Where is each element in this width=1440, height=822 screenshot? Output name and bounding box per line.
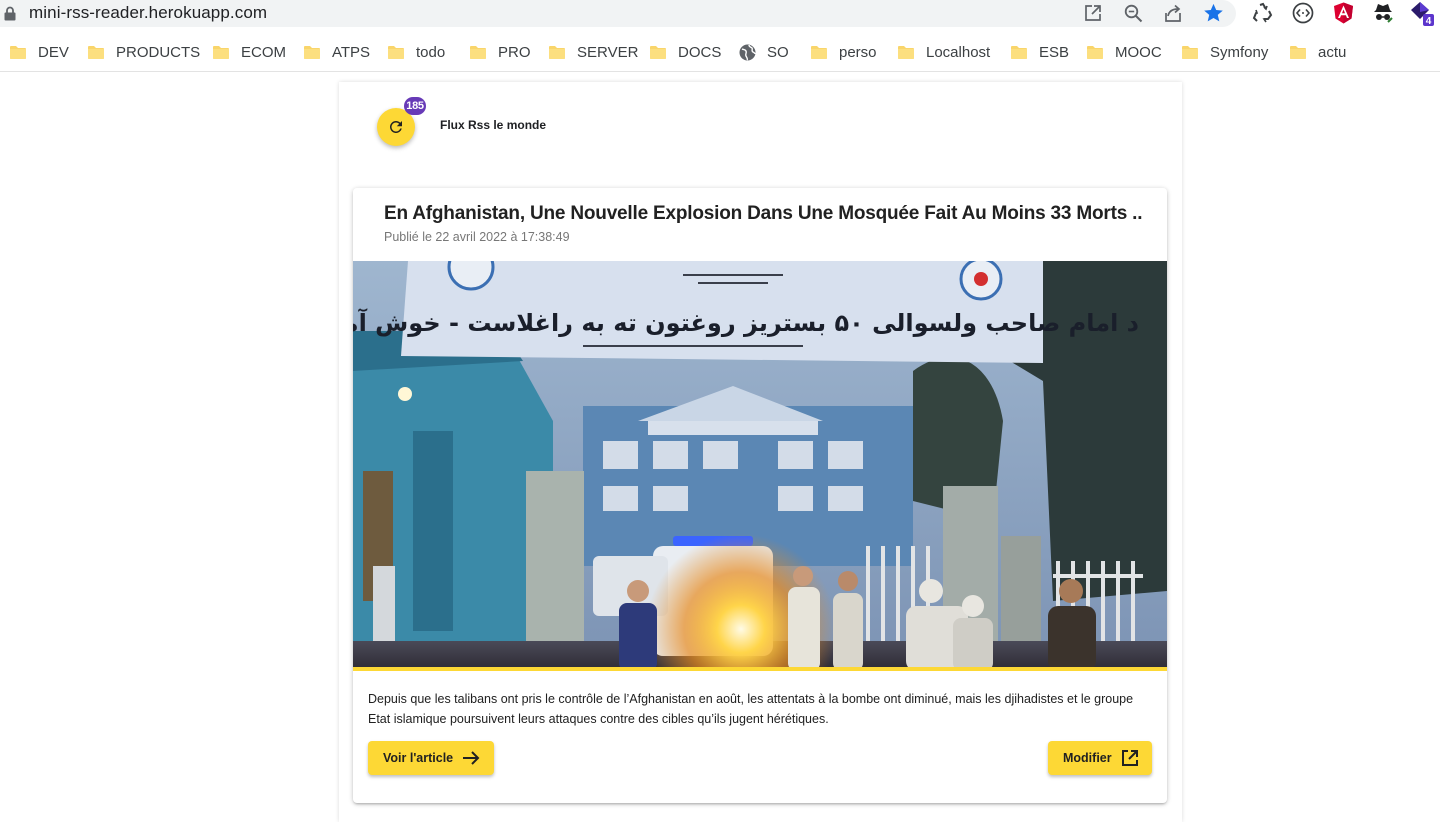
bookmark-mooc[interactable]: MOOC — [1087, 42, 1162, 62]
refresh-icon — [390, 121, 402, 133]
globe-icon — [739, 44, 756, 60]
feed-count-badge: 185 — [404, 97, 426, 115]
bookmark-products[interactable]: PRODUCTS — [88, 42, 200, 62]
bookmark-label: MOOC — [1115, 43, 1162, 61]
url-text[interactable]: mini-rss-reader.herokuapp.com — [29, 3, 267, 23]
bookmark-label: SO — [767, 43, 789, 61]
article-title: En Afghanistan, Une Nouvelle Explosion D… — [384, 203, 1143, 224]
image-sign-text: د امام صاحب ولسوالی ۵۰ بستریز روغتون ته … — [353, 308, 1139, 337]
bookmark-symfony[interactable]: Symfony — [1182, 42, 1268, 62]
folder-icon — [1087, 46, 1103, 59]
edit-label: Modifier — [1063, 751, 1112, 765]
incognito-extension-icon[interactable] — [1371, 1, 1395, 25]
zoom-icon[interactable] — [1122, 2, 1144, 24]
bookmark-label: DEV — [38, 43, 69, 61]
bookmark-atps[interactable]: ATPS — [304, 42, 370, 62]
bookmark-label: PRODUCTS — [116, 43, 201, 61]
article-description: Depuis que les talibans ont pris le cont… — [368, 692, 1134, 726]
bookmark-star-icon[interactable] — [1202, 2, 1224, 24]
bookmark-server[interactable]: SERVER — [549, 42, 638, 62]
recycle-extension-icon[interactable] — [1251, 1, 1275, 25]
browser-toolbar: mini-rss-reader.herokuapp.com 4 — [0, 0, 1440, 30]
read-article-button[interactable]: Voir l'article — [368, 741, 494, 775]
folder-icon — [811, 46, 827, 59]
folder-icon — [1182, 46, 1198, 59]
bookmark-label: Localhost — [926, 43, 991, 61]
bookmark-label: ATPS — [332, 43, 371, 61]
open-in-new-icon — [1121, 749, 1139, 767]
bookmarks-bar: DEV PRODUCTS ECOM ATPS todo PRO SERVER DOCS SO pe… — [0, 33, 1440, 72]
bookmark-label: ECOM — [241, 43, 286, 61]
extension-badge: 4 — [1426, 16, 1432, 26]
media-accent-line — [353, 667, 1167, 671]
feed-title: Flux Rss le monde — [440, 118, 547, 132]
open-in-app-icon[interactable] — [1082, 2, 1104, 24]
bookmark-label: ESB — [1039, 43, 1070, 61]
bookmark-label: Symfony — [1210, 43, 1269, 61]
code-extension-icon[interactable] — [1291, 1, 1315, 25]
arrow-right-icon — [462, 750, 480, 766]
bookmark-perso[interactable]: perso — [811, 42, 877, 62]
folder-icon — [898, 46, 914, 59]
page-viewport: 185 Flux Rss le monde En Afghanistan, Un… — [0, 72, 1440, 822]
folder-icon — [650, 46, 666, 59]
address-bar[interactable]: mini-rss-reader.herokuapp.com — [0, 0, 1236, 27]
article-image: د امام صاحب ولسوالی ۵۰ بستریز روغتون ته … — [353, 261, 1167, 671]
bookmark-label: actu — [1318, 43, 1347, 61]
purple-extension-icon[interactable]: 4 — [1410, 1, 1434, 26]
bookmark-esb[interactable]: ESB — [1011, 42, 1069, 62]
bookmark-so[interactable]: SO — [739, 42, 789, 62]
bookmark-dev[interactable]: DEV — [10, 42, 69, 62]
folder-icon — [88, 46, 104, 59]
folder-icon — [213, 46, 229, 59]
folder-icon — [549, 46, 565, 59]
read-article-label: Voir l'article — [383, 751, 454, 765]
bookmark-docs[interactable]: DOCS — [650, 42, 721, 62]
feed-column: 185 Flux Rss le monde En Afghanistan, Un… — [339, 82, 1182, 822]
bookmark-pro[interactable]: PRO — [470, 42, 531, 62]
bookmark-label: todo — [416, 43, 446, 61]
folder-icon — [470, 46, 486, 59]
bookmark-label: SERVER — [577, 43, 639, 61]
angular-extension-icon[interactable] — [1331, 1, 1355, 25]
folder-icon — [10, 46, 26, 59]
bookmark-actu[interactable]: actu — [1290, 42, 1346, 62]
folder-icon — [1290, 46, 1306, 59]
folder-icon — [1011, 46, 1027, 59]
bookmark-todo[interactable]: todo — [388, 42, 445, 62]
lock-icon[interactable] — [3, 6, 17, 21]
article-date: Publié le 22 avril 2022 à 17:38:49 — [384, 230, 570, 244]
bookmark-localhost[interactable]: Localhost — [898, 42, 990, 62]
bookmark-label: perso — [839, 43, 877, 61]
folder-icon — [304, 46, 320, 59]
bookmark-label: PRO — [498, 43, 531, 61]
article-card: En Afghanistan, Une Nouvelle Explosion D… — [353, 188, 1167, 803]
bookmark-label: DOCS — [678, 43, 722, 61]
folder-icon — [388, 46, 404, 59]
edit-button[interactable]: Modifier — [1048, 741, 1152, 775]
bookmark-ecom[interactable]: ECOM — [213, 42, 286, 62]
share-icon[interactable] — [1162, 2, 1184, 24]
